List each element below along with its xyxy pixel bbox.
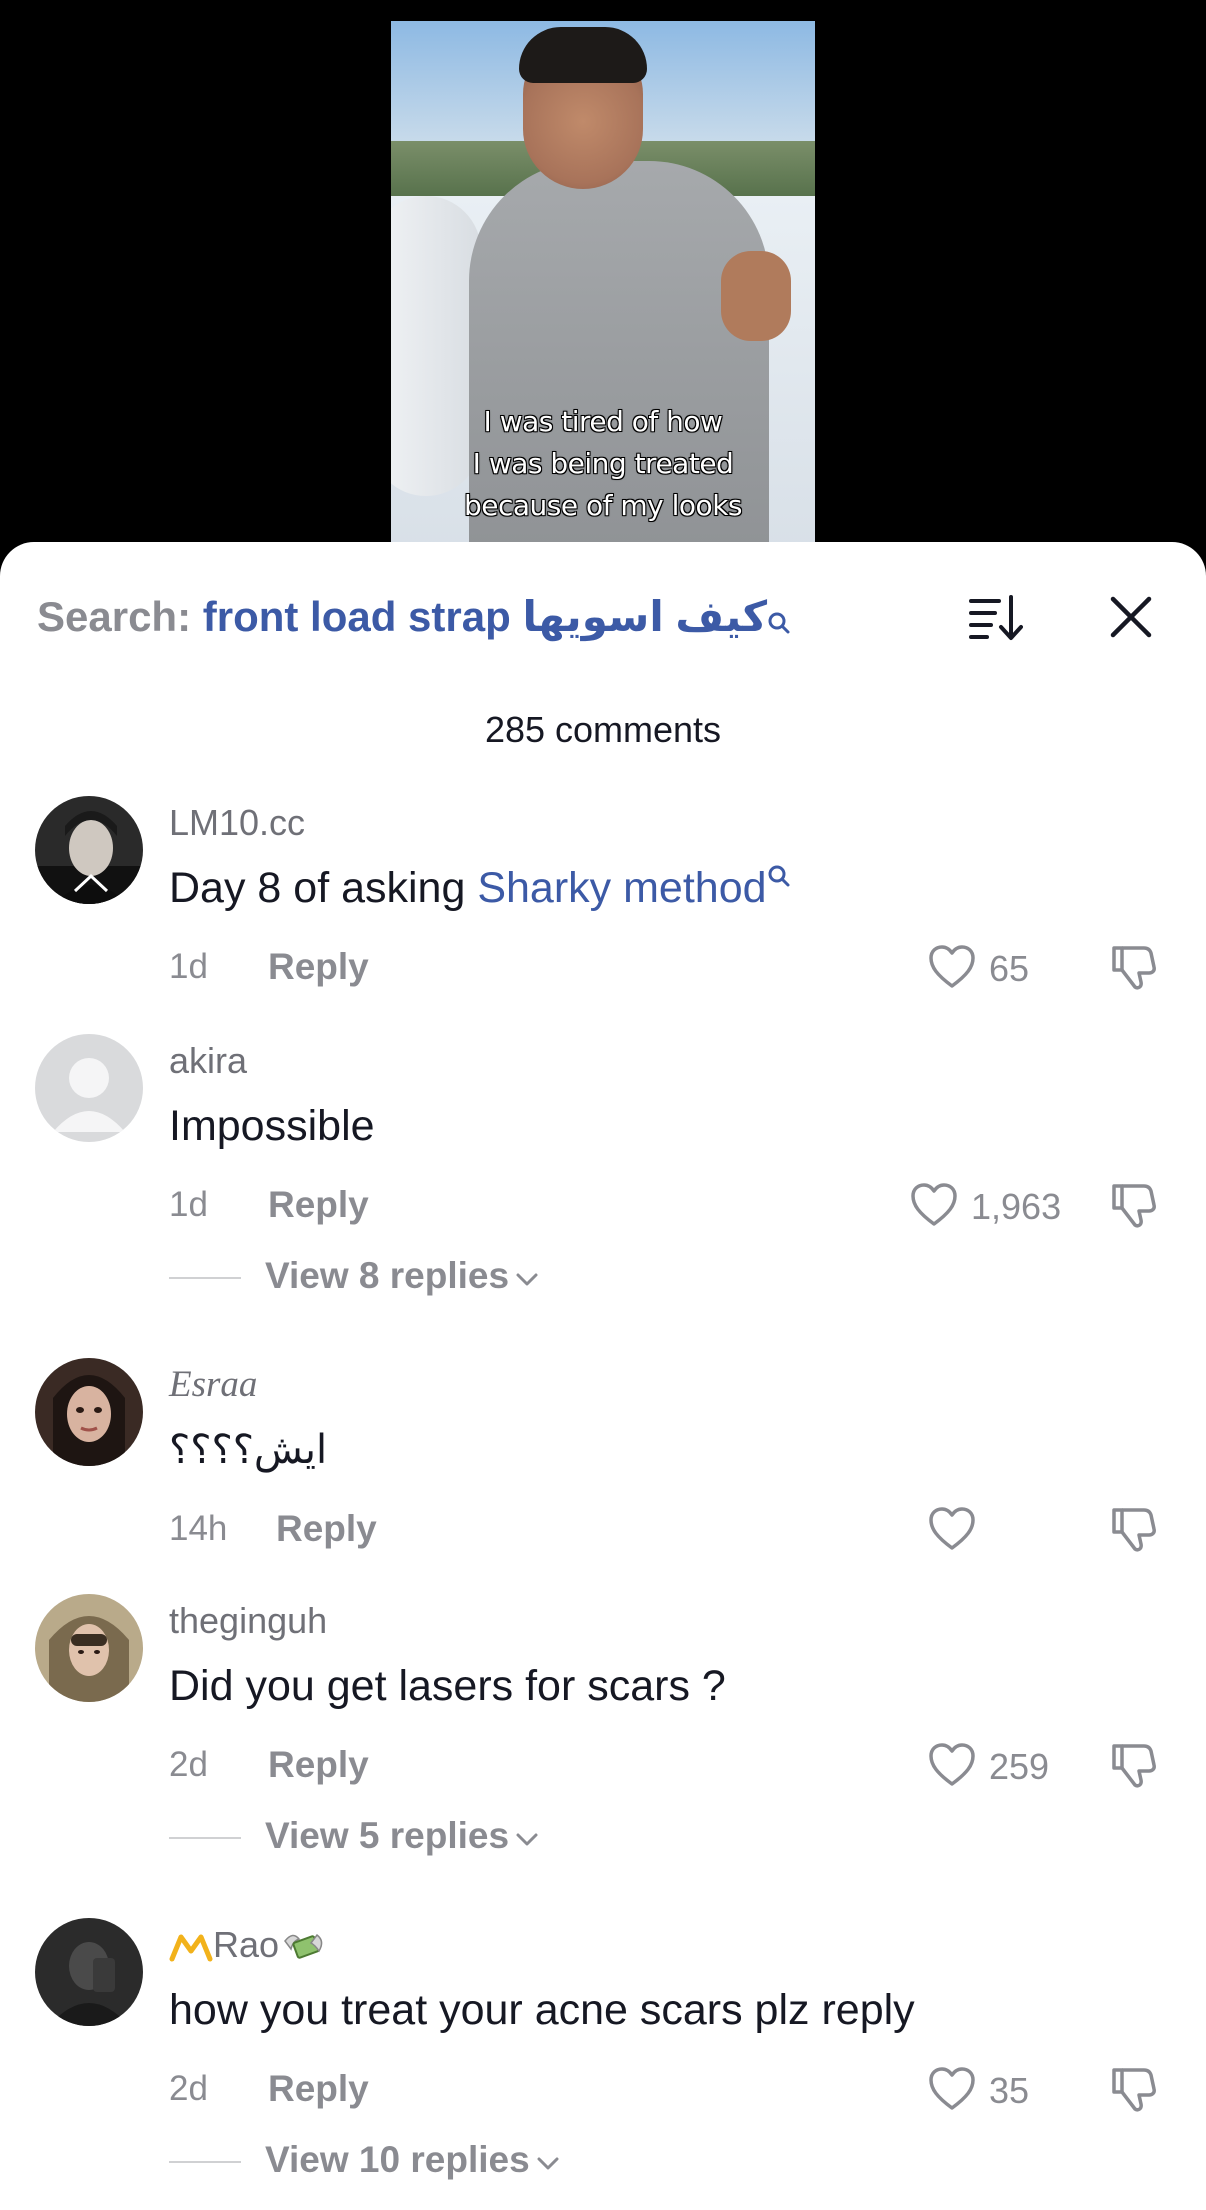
heart-outline-icon — [927, 1740, 977, 1790]
tiktok-comments-screen: I was tired of how I was being treated b… — [0, 0, 1206, 2210]
search-label: Search: — [37, 593, 192, 640]
view-replies-label: View 5 replies — [265, 1814, 539, 1858]
money-wings-icon — [279, 1924, 327, 1965]
heart-outline-icon — [927, 942, 977, 992]
divider — [169, 2161, 241, 2163]
avatar[interactable] — [35, 1034, 143, 1142]
view-replies-button[interactable]: View 10 replies — [169, 2138, 769, 2182]
comment-username[interactable]: theginguh — [169, 1600, 327, 1642]
comment-meta: 1d Reply 65 — [169, 942, 1169, 992]
comment-username[interactable]: Rao — [169, 1924, 327, 1967]
avatar[interactable] — [35, 796, 143, 904]
video-thumbs-up — [721, 251, 791, 341]
comment-meta: 2d Reply 259 — [169, 1740, 1169, 1790]
like-count: 1,963 — [971, 1186, 1062, 1227]
chevron-down-icon — [515, 1254, 539, 1298]
thumbs-down-icon[interactable] — [1106, 2062, 1160, 2116]
comment-text: ايش؟؟؟؟ — [169, 1428, 328, 1472]
search-query: front load strap كيف اسويها — [202, 593, 767, 640]
caption-line: I was tired of how — [483, 404, 724, 439]
reply-button[interactable]: Reply — [276, 1508, 377, 1550]
video-area: I was tired of how I was being treated b… — [0, 0, 1206, 561]
reply-button[interactable]: Reply — [268, 1744, 369, 1786]
caption-line: because of my looks — [463, 488, 743, 523]
reply-button[interactable]: Reply — [268, 946, 369, 988]
avatar[interactable] — [35, 1918, 143, 2026]
view-replies-label: View 10 replies — [265, 2138, 560, 2182]
avatar[interactable] — [35, 1358, 143, 1466]
comment-count: 285 comments — [484, 709, 722, 750]
comment-time: 2d — [169, 2069, 208, 2108]
video-caption: I was tired of how I was being treated b… — [391, 401, 815, 527]
comment-time: 14h — [169, 1509, 228, 1548]
reply-button[interactable]: Reply — [268, 2068, 369, 2110]
heart-outline-icon — [927, 1504, 977, 1554]
divider — [169, 1277, 241, 1279]
comment-username[interactable]: Esraa — [169, 1364, 257, 1406]
video-person-hair — [519, 27, 647, 83]
comment-meta: 1d Reply 1,963 — [169, 1180, 1169, 1230]
comment-text: how you treat your acne scars plz reply — [169, 1986, 915, 2034]
like-count: 35 — [989, 2070, 1030, 2111]
search-header: Search: front load strap كيف اسويها — [37, 587, 1177, 647]
caption-line: I was being treated — [472, 446, 735, 481]
thumbs-down-icon[interactable] — [1106, 1738, 1160, 1792]
comment-text: Did you get lasers for scars ? — [169, 1662, 726, 1710]
video-player[interactable]: I was tired of how I was being treated b… — [391, 21, 815, 561]
thumbs-down-icon[interactable] — [1106, 940, 1160, 994]
comment-meta: 14h Reply — [169, 1504, 1169, 1554]
view-replies-button[interactable]: View 8 replies — [169, 1254, 769, 1298]
heart-outline-icon — [909, 1180, 959, 1230]
thumbs-down-icon[interactable] — [1106, 1502, 1160, 1556]
view-replies-label: View 8 replies — [265, 1254, 539, 1298]
thumbs-down-icon[interactable] — [1106, 1178, 1160, 1232]
comment-text: Impossible — [169, 1102, 375, 1150]
search-icon — [767, 591, 791, 651]
chevron-down-icon — [536, 2138, 560, 2182]
crown-icon — [169, 1924, 213, 1965]
comment-time: 1d — [169, 947, 208, 986]
comment-time: 1d — [169, 1185, 208, 1224]
reply-button[interactable]: Reply — [268, 1184, 369, 1226]
comment-meta: 2d Reply 35 — [169, 2064, 1169, 2114]
like-count: 259 — [989, 1746, 1050, 1787]
sort-icon[interactable] — [967, 591, 1023, 643]
avatar[interactable] — [35, 1594, 143, 1702]
comment-username[interactable]: akira — [169, 1040, 247, 1082]
comment-search-link[interactable]: Sharky method — [477, 864, 766, 912]
search-icon — [767, 864, 791, 912]
divider — [169, 1837, 241, 1839]
comment-text: Day 8 of asking Sharky method — [169, 862, 791, 914]
comments-sheet: Search: front load strap كيف اسويها 285 … — [0, 542, 1206, 2210]
chevron-down-icon — [515, 1814, 539, 1858]
search-suggestion[interactable]: Search: front load strap كيف اسويها — [37, 587, 791, 651]
comment-username[interactable]: LM10.cc — [169, 802, 305, 844]
comment-text-plain: Day 8 of asking — [169, 864, 478, 912]
close-icon[interactable] — [1105, 591, 1157, 643]
like-count: 65 — [989, 948, 1030, 989]
heart-outline-icon — [927, 2064, 977, 2114]
comment-time: 2d — [169, 1745, 208, 1784]
view-replies-button[interactable]: View 5 replies — [169, 1814, 769, 1858]
